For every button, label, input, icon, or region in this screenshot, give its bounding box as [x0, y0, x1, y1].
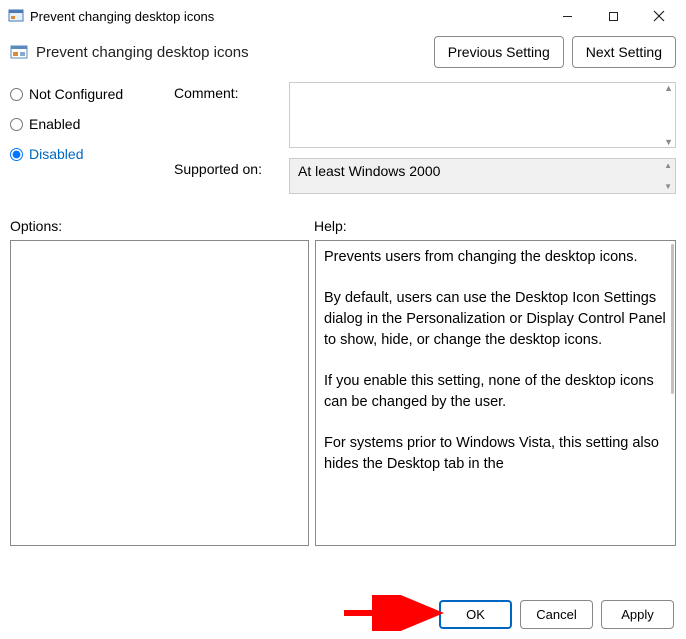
supported-on-label: Supported on:: [174, 158, 289, 177]
comment-label: Comment:: [174, 82, 289, 101]
help-paragraph: If you enable this setting, none of the …: [324, 371, 667, 413]
apply-button[interactable]: Apply: [601, 600, 674, 629]
help-paragraph: For systems prior to Windows Vista, this…: [324, 433, 667, 475]
policy-header: Prevent changing desktop icons Previous …: [10, 36, 676, 68]
supported-on-value: At least Windows 2000: [298, 163, 440, 179]
options-panel: [10, 240, 309, 546]
radio-not-configured-label: Not Configured: [29, 86, 123, 102]
previous-setting-button[interactable]: Previous Setting: [434, 36, 564, 68]
radio-enabled-label: Enabled: [29, 116, 80, 132]
state-radio-group: Not Configured Enabled Disabled: [10, 82, 160, 204]
policy-icon: [10, 43, 28, 61]
options-section-label: Options:: [10, 218, 310, 234]
radio-enabled-input[interactable]: [10, 118, 23, 131]
scroll-down-icon[interactable]: ▼: [664, 182, 672, 191]
scroll-down-icon[interactable]: ▼: [664, 137, 673, 147]
radio-disabled-label: Disabled: [29, 146, 83, 162]
maximize-button[interactable]: [590, 1, 636, 31]
help-section-label: Help:: [310, 218, 347, 234]
window-title: Prevent changing desktop icons: [30, 9, 544, 24]
dialog-footer: OK Cancel Apply: [439, 600, 674, 629]
help-paragraph: Prevents users from changing the desktop…: [324, 247, 667, 268]
cancel-button[interactable]: Cancel: [520, 600, 593, 629]
help-panel[interactable]: Prevents users from changing the desktop…: [315, 240, 676, 546]
ok-button[interactable]: OK: [439, 600, 512, 629]
radio-disabled[interactable]: Disabled: [10, 146, 160, 162]
scroll-up-icon[interactable]: ▲: [664, 83, 673, 93]
supported-on-box: At least Windows 2000 ▲ ▼: [289, 158, 676, 194]
window-icon: [8, 8, 24, 24]
policy-title: Prevent changing desktop icons: [36, 44, 426, 61]
radio-not-configured[interactable]: Not Configured: [10, 86, 160, 102]
radio-enabled[interactable]: Enabled: [10, 116, 160, 132]
radio-not-configured-input[interactable]: [10, 88, 23, 101]
help-paragraph: By default, users can use the Desktop Ic…: [324, 288, 667, 351]
radio-disabled-input[interactable]: [10, 148, 23, 161]
minimize-button[interactable]: [544, 1, 590, 31]
close-button[interactable]: [636, 1, 682, 31]
scrollbar[interactable]: [671, 244, 674, 394]
annotation-arrow-icon: [340, 595, 450, 631]
comment-textarea[interactable]: ▲ ▼: [289, 82, 676, 148]
scroll-up-icon[interactable]: ▲: [664, 161, 672, 170]
titlebar: Prevent changing desktop icons: [0, 0, 686, 32]
next-setting-button[interactable]: Next Setting: [572, 36, 676, 68]
